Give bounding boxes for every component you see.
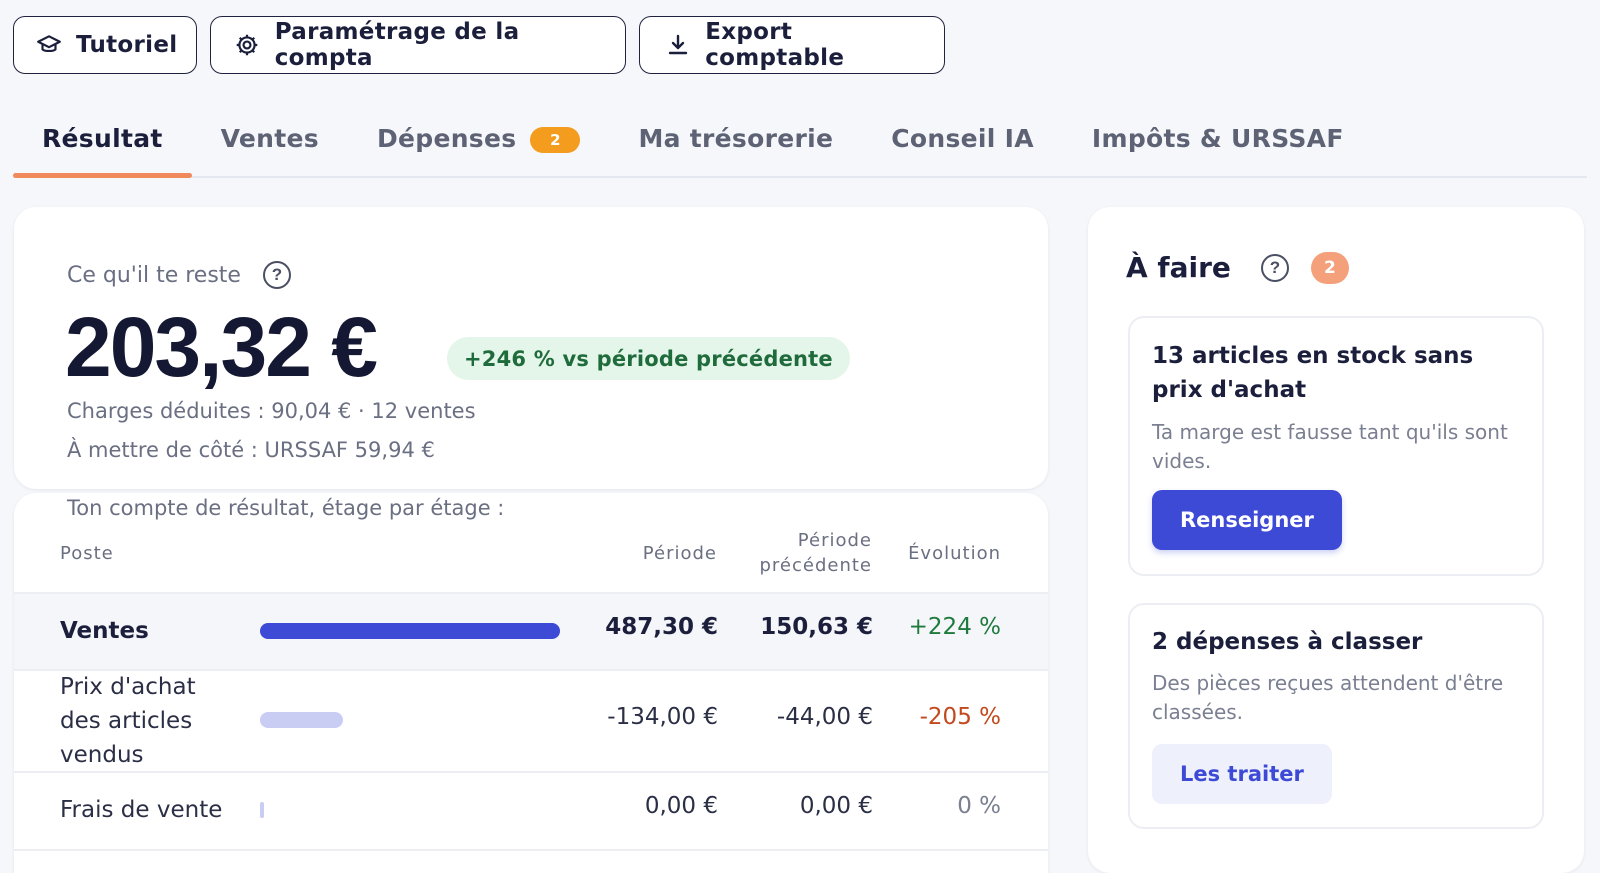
table-row: Ventes 487,30 € 150,63 € +224 % xyxy=(14,594,1048,669)
gear-icon xyxy=(233,30,261,60)
toolbar: Tutoriel Paramétrage de la compta Export… xyxy=(13,16,945,74)
row-evolution: +224 % xyxy=(908,614,1001,640)
les-traiter-button[interactable]: Les traiter xyxy=(1152,744,1332,804)
remaining-label: Ce qu'il te reste xyxy=(67,262,241,288)
row-bar xyxy=(260,712,343,728)
row-previous: 150,63 € xyxy=(760,614,873,640)
task-title: 13 articles en stock sans prix d'achat xyxy=(1152,343,1474,403)
divider xyxy=(14,849,1048,851)
tutorial-button[interactable]: Tutoriel xyxy=(13,16,197,74)
delta-badge: +246 % vs période précédente xyxy=(447,337,850,380)
table-row: Frais de vente 0,00 € 0,00 € 0 % xyxy=(14,773,1048,849)
remaining-label-row: Ce qu'il te reste ? xyxy=(67,261,291,289)
row-period: 487,30 € xyxy=(605,614,718,640)
row-period: 0,00 € xyxy=(644,793,718,819)
charges-text: Charges déduites : 90,04 € · 12 ventes xyxy=(67,399,476,423)
graduation-cap-icon xyxy=(36,30,62,60)
question-circle-icon[interactable]: ? xyxy=(1260,253,1289,282)
todo-task-expenses: 2 dépenses à classer Des pièces reçues a… xyxy=(1128,603,1544,829)
export-label: Export comptable xyxy=(705,19,845,71)
income-statement-card: Ton compte de résultat, étage par étage … xyxy=(14,493,1048,873)
row-name: Prix d'achat des articles vendus xyxy=(60,674,196,768)
task-title: 2 dépenses à classer xyxy=(1152,629,1423,655)
row-name: Frais de vente xyxy=(60,797,223,823)
todo-card: À faire ? 2 13 articles en stock sans pr… xyxy=(1088,207,1584,873)
depenses-count-badge: 2 xyxy=(530,127,581,153)
table-row: Prix d'achat des articles vendus -134,00… xyxy=(14,671,1048,771)
row-bar xyxy=(260,623,560,639)
row-bar xyxy=(260,802,264,818)
row-name: Ventes xyxy=(60,618,149,644)
row-evolution: 0 % xyxy=(957,793,1001,819)
accounting-export-button[interactable]: Export comptable xyxy=(639,16,945,74)
tab-impots-urssaf[interactable]: Impôts & URSSAF xyxy=(1063,112,1373,176)
tab-conseil-ia[interactable]: Conseil IA xyxy=(862,112,1063,176)
settings-label: Paramétrage de la compta xyxy=(274,19,520,71)
result-summary-card: Ce qu'il te reste ? 203,32 € +246 % vs p… xyxy=(14,207,1048,489)
tab-resultat[interactable]: Résultat xyxy=(13,112,192,178)
remaining-amount: 203,32 € xyxy=(65,300,378,394)
tab-bar: Résultat Ventes Dépenses 2 Ma trésorerie… xyxy=(13,112,1587,178)
header-periode: Période xyxy=(642,543,717,564)
todo-task-stock: 13 articles en stock sans prix d'achat T… xyxy=(1128,316,1544,576)
download-icon xyxy=(664,30,691,60)
set-aside-text: À mettre de côté : URSSAF 59,94 € xyxy=(67,438,435,462)
row-previous: 0,00 € xyxy=(799,793,873,819)
row-previous: -44,00 € xyxy=(776,704,873,730)
todo-title: À faire xyxy=(1126,251,1231,284)
renseigner-button[interactable]: Renseigner xyxy=(1152,490,1342,550)
task-description: Des pièces reçues attendent d'être class… xyxy=(1152,671,1504,724)
row-evolution: -205 % xyxy=(919,704,1001,730)
income-statement-intro: Ton compte de résultat, étage par étage … xyxy=(67,496,505,520)
row-period: -134,00 € xyxy=(607,704,718,730)
accounting-settings-button[interactable]: Paramétrage de la compta xyxy=(210,16,626,74)
tutorial-label: Tutoriel xyxy=(76,32,178,58)
todo-count-badge: 2 xyxy=(1310,251,1349,284)
header-periode-precedente: Période précédente xyxy=(759,530,872,576)
header-poste: Poste xyxy=(60,543,114,564)
tab-depenses[interactable]: Dépenses 2 xyxy=(348,112,609,176)
task-description: Ta marge est fausse tant qu'ils sont vid… xyxy=(1152,420,1508,473)
header-evolution: Évolution xyxy=(908,543,1001,564)
tab-tresorerie[interactable]: Ma trésorerie xyxy=(609,112,862,176)
todo-header: À faire ? 2 xyxy=(1126,251,1349,284)
question-circle-icon[interactable]: ? xyxy=(262,261,291,289)
tab-ventes[interactable]: Ventes xyxy=(192,112,348,176)
